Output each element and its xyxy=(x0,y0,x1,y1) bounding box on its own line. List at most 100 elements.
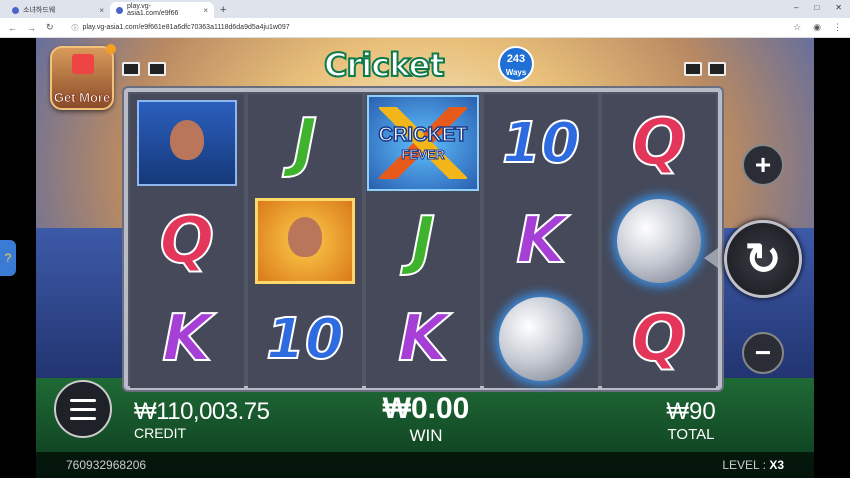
credit-label: CREDIT xyxy=(134,425,187,441)
symbol-q: Q xyxy=(631,105,687,181)
maximize-button[interactable]: □ xyxy=(814,3,819,12)
symbol-cell xyxy=(484,290,598,388)
win-display: ₩0.00 WIN xyxy=(376,392,476,446)
symbol-cell: CRICKET FEVER xyxy=(366,94,480,192)
window-controls: – □ ✕ xyxy=(794,3,842,12)
get-more-button[interactable]: Get More xyxy=(50,44,116,110)
win-label: WIN xyxy=(409,426,443,445)
wild-line2: FEVER xyxy=(401,147,445,163)
close-window-button[interactable]: ✕ xyxy=(835,3,842,12)
bookmark-star-icon[interactable]: ☆ xyxy=(793,22,801,33)
level-indicator: LEVEL : X3 xyxy=(722,458,784,472)
spin-button[interactable]: ↻ xyxy=(724,220,802,298)
cricket-ball-symbol xyxy=(617,199,701,283)
symbol-j: J xyxy=(410,203,436,279)
symbol-q: Q xyxy=(159,203,215,279)
wild-symbol: CRICKET FEVER xyxy=(367,95,479,191)
symbol-cell: Q xyxy=(130,192,244,290)
symbol-cell xyxy=(130,94,244,192)
floodlight-icon xyxy=(684,62,702,76)
reel-2: J 10 xyxy=(248,94,362,388)
tab-title: 소녀하드웨 xyxy=(23,7,56,14)
tab-close-icon[interactable]: × xyxy=(203,6,208,15)
ways-label: Ways xyxy=(505,68,527,77)
back-icon[interactable]: ← xyxy=(8,23,17,33)
menu-line-icon xyxy=(70,398,96,402)
symbol-cell: K xyxy=(366,290,480,388)
symbol-j: J xyxy=(292,105,318,181)
ways-number: 243 xyxy=(506,53,526,65)
total-value: ₩90 xyxy=(666,398,716,425)
total-label: TOTAL xyxy=(667,426,715,443)
symbol-cell: J xyxy=(248,94,362,192)
browser-tab-active[interactable]: play.vg-asia1.com/e9f66 × xyxy=(110,2,214,18)
symbol-cell: Q xyxy=(602,94,716,192)
tab-favicon-icon xyxy=(12,6,19,14)
address-bar: ← → ↻ ⓘ play.vg-asia1.com/e9f661e81a6dfc… xyxy=(0,18,850,38)
reel-3: CRICKET FEVER J K xyxy=(366,94,480,388)
forward-icon[interactable]: → xyxy=(27,23,36,33)
symbol-k: K xyxy=(515,203,567,279)
total-bet-display[interactable]: ₩90 TOTAL xyxy=(656,398,726,443)
menu-dots-icon[interactable]: ⋮ xyxy=(833,22,842,33)
symbol-10: 10 xyxy=(265,306,345,373)
symbol-10: 10 xyxy=(501,110,581,177)
player-blue-symbol xyxy=(137,100,237,186)
toolbar-right: ☆ ◉ ⋮ xyxy=(793,22,842,33)
symbol-cell: 10 xyxy=(484,94,598,192)
cricket-ball-symbol xyxy=(499,297,583,381)
player-head xyxy=(170,120,204,160)
symbol-cell: J xyxy=(366,192,480,290)
side-tab-button[interactable]: ? xyxy=(0,240,16,276)
url-field[interactable]: ⓘ play.vg-asia1.com/e9f661e81a6dfc70363a… xyxy=(72,23,290,33)
gift-icon xyxy=(72,54,94,74)
symbol-q: Q xyxy=(631,301,687,377)
tab-favicon-icon xyxy=(116,6,123,14)
wild-line1: CRICKET xyxy=(378,123,468,147)
reel-1: Q K xyxy=(130,94,244,388)
game-logo: Cricket Fever 243 Ways xyxy=(318,40,538,123)
new-tab-button[interactable]: + xyxy=(220,2,226,18)
credit-display: ₩110,003.75 CREDIT xyxy=(134,398,270,441)
auto-spin-arrow-icon[interactable] xyxy=(704,248,718,268)
symbol-k: K xyxy=(397,301,449,377)
tab-close-icon[interactable]: × xyxy=(99,6,104,15)
reload-icon[interactable]: ↻ xyxy=(46,22,54,33)
decrease-bet-button[interactable]: − xyxy=(742,332,784,374)
level-label: LEVEL : xyxy=(722,458,766,472)
symbol-cell: K xyxy=(130,290,244,388)
win-value: ₩0.00 xyxy=(382,392,470,425)
symbol-cell: Q xyxy=(602,290,716,388)
notification-dot xyxy=(106,44,116,54)
menu-button[interactable] xyxy=(54,380,112,438)
menu-line-icon xyxy=(70,416,96,420)
ways-badge: 243 Ways xyxy=(498,46,534,82)
floodlight-icon xyxy=(122,62,140,76)
level-value: X3 xyxy=(769,458,784,472)
profile-icon[interactable]: ◉ xyxy=(813,22,821,33)
game-canvas: Cricket Fever 243 Ways Get More Q K J 10… xyxy=(36,38,814,478)
site-info-icon[interactable]: ⓘ xyxy=(72,23,79,33)
browser-tab[interactable]: 소녀하드웨 × xyxy=(6,2,110,18)
reel-5: Q Q xyxy=(602,94,716,388)
reel-grid: Q K J 10 CRICKET FEVER J K 10 K Q Q xyxy=(124,88,722,390)
url-text: play.vg-asia1.com/e9f661e81a6dfc70363a11… xyxy=(82,24,290,31)
reel-4: 10 K xyxy=(484,94,598,388)
symbol-k: K xyxy=(161,301,213,377)
credit-value: ₩110,003.75 xyxy=(134,398,270,425)
floodlight-icon xyxy=(708,62,726,76)
status-bar: 760932968206 LEVEL : X3 xyxy=(36,452,814,478)
session-id: 760932968206 xyxy=(66,458,147,472)
symbol-cell: K xyxy=(484,192,598,290)
tab-title: play.vg-asia1.com/e9f66 xyxy=(127,3,179,17)
increase-bet-button[interactable]: + xyxy=(742,144,784,186)
symbol-cell: 10 xyxy=(248,290,362,388)
symbol-cell xyxy=(602,192,716,290)
browser-tab-strip: 소녀하드웨 × play.vg-asia1.com/e9f66 × + – □ … xyxy=(0,0,850,18)
symbol-cell xyxy=(248,192,362,290)
floodlight-icon xyxy=(148,62,166,76)
minimize-button[interactable]: – xyxy=(794,3,798,12)
get-more-label: Get More xyxy=(53,90,111,105)
player-gold-symbol xyxy=(255,198,355,284)
menu-line-icon xyxy=(70,407,96,411)
